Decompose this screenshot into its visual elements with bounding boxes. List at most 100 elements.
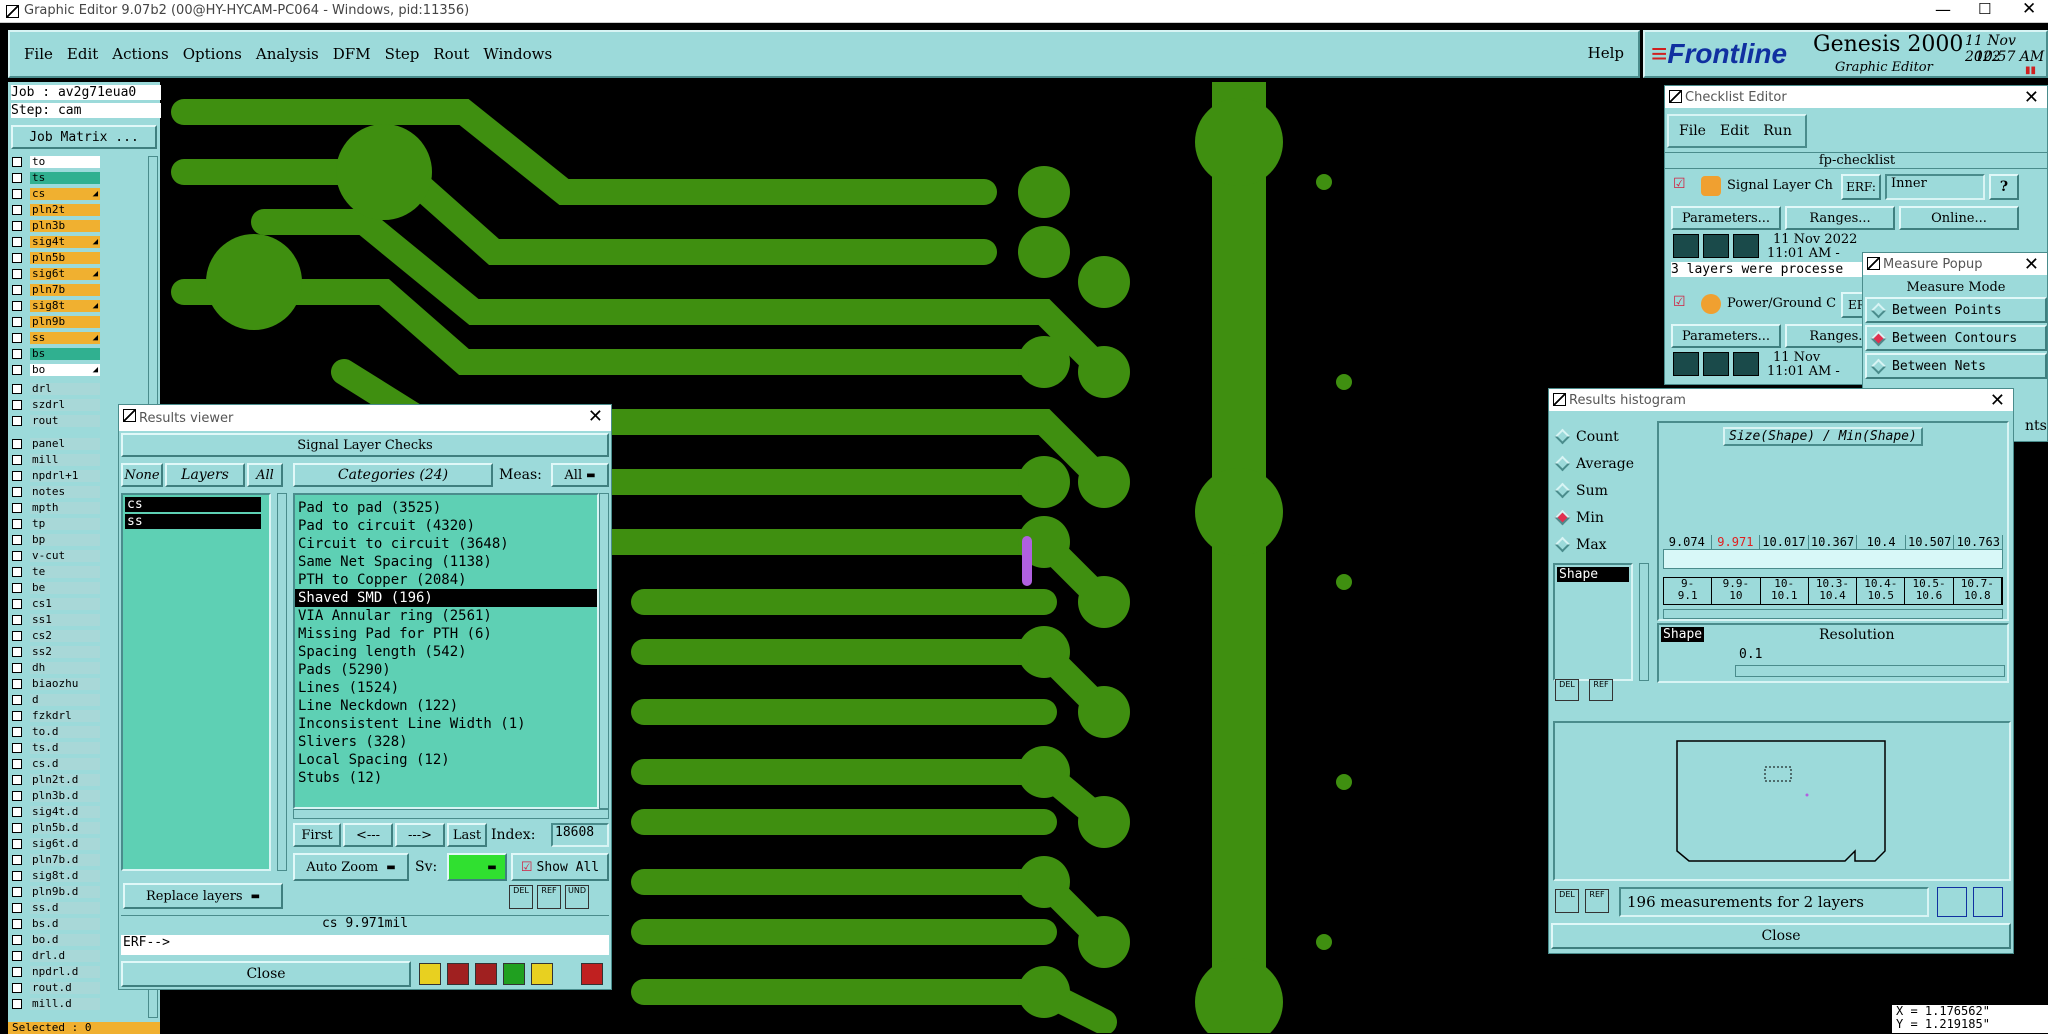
layer-row[interactable]: pln2t: [12, 204, 100, 216]
layer-checkbox[interactable]: [12, 471, 22, 481]
prev-button[interactable]: <---: [343, 823, 393, 847]
layer-checkbox[interactable]: [12, 807, 22, 817]
del-icon[interactable]: DEL: [509, 885, 533, 909]
layer-checkbox[interactable]: [12, 583, 22, 593]
layer-row[interactable]: pln2t.d: [12, 774, 100, 786]
layer-row[interactable]: cs ◢: [12, 188, 100, 200]
hist-ref-icon[interactable]: REF: [1585, 889, 1609, 913]
layer-name[interactable]: pln9b.d: [30, 886, 100, 898]
layer-checkbox[interactable]: [12, 173, 22, 183]
layer-checkbox[interactable]: [12, 935, 22, 945]
category-item[interactable]: Local Spacing (12): [295, 751, 597, 769]
run-icon[interactable]: [1673, 352, 1699, 376]
layer-name[interactable]: be: [30, 582, 100, 594]
layer-name[interactable]: bs.d: [30, 918, 100, 930]
layer-name[interactable]: drl.d: [30, 950, 100, 962]
category-item[interactable]: Same Net Spacing (1138): [295, 553, 597, 571]
layer-name[interactable]: ss1: [30, 614, 100, 626]
category-item[interactable]: Missing Pad for PTH (6): [295, 625, 597, 643]
between-contours-option[interactable]: Between Contours: [1865, 325, 2047, 351]
layer-name[interactable]: mill: [30, 454, 100, 466]
run-icon[interactable]: [1673, 234, 1699, 258]
layer-row[interactable]: ts: [12, 172, 100, 184]
layer-row[interactable]: be: [12, 582, 100, 594]
layer-row[interactable]: mpth: [12, 502, 100, 514]
layer-name[interactable]: szdrl: [30, 399, 100, 411]
layer-row[interactable]: ts.d: [12, 742, 100, 754]
layer-checkbox[interactable]: [12, 887, 22, 897]
erf-input[interactable]: ERF-->: [121, 935, 609, 955]
layer-row[interactable]: to.d: [12, 726, 100, 738]
layer-checkbox[interactable]: [12, 919, 22, 929]
pause-icon[interactable]: ▮▮: [2025, 65, 2036, 76]
layer-row[interactable]: tp: [12, 518, 100, 530]
layer-checkbox[interactable]: [12, 791, 22, 801]
menu-rout[interactable]: Rout: [433, 45, 469, 63]
replace-layers-dropdown[interactable]: Replace layers ▬: [123, 883, 283, 909]
layer-checkbox[interactable]: [12, 567, 22, 577]
run-icon[interactable]: [1733, 352, 1759, 376]
checklist-menu-run[interactable]: Run: [1763, 123, 1792, 139]
layer-row[interactable]: npdrl+1: [12, 470, 100, 482]
layer-name[interactable]: pln5b: [30, 252, 100, 264]
layer-name[interactable]: pln7b: [30, 284, 100, 296]
layer-row[interactable]: sig6t.d: [12, 838, 100, 850]
layer-name[interactable]: cs1: [30, 598, 100, 610]
menu-options[interactable]: Options: [183, 45, 242, 63]
histogram-list-item[interactable]: Shape: [1557, 567, 1629, 582]
layers-none-button[interactable]: None: [121, 463, 163, 487]
histogram-icon[interactable]: [581, 963, 603, 985]
run-icon[interactable]: [1703, 234, 1729, 258]
layer-name[interactable]: sig8t ◢: [30, 300, 100, 312]
category-scrollbar[interactable]: [599, 493, 609, 809]
layer-checkbox[interactable]: [12, 535, 22, 545]
mode-min[interactable]: Min: [1553, 504, 1655, 531]
layer-row[interactable]: rout: [12, 415, 100, 427]
layer-name[interactable]: to: [30, 156, 100, 168]
category-item[interactable]: Inconsistent Line Width (1): [295, 715, 597, 733]
layer-row[interactable]: drl: [12, 383, 100, 395]
hist-del-icon[interactable]: DEL: [1555, 889, 1579, 913]
layer-name[interactable]: sig4t ◢: [30, 236, 100, 248]
layer-row[interactable]: mill.d: [12, 998, 100, 1010]
check-icon[interactable]: ☑: [1673, 176, 1686, 192]
layer-row[interactable]: bp: [12, 534, 100, 546]
layer-checkbox[interactable]: [12, 647, 22, 657]
minimize-icon[interactable]: —: [1935, 0, 1951, 19]
layer-name[interactable]: sig8t.d: [30, 870, 100, 882]
index-input[interactable]: 18608: [551, 823, 609, 847]
layer-row[interactable]: drl.d: [12, 950, 100, 962]
layer-row[interactable]: sig8t ◢: [12, 300, 100, 312]
sv-color-dropdown[interactable]: ▬: [447, 853, 507, 881]
erf-value[interactable]: Inner: [1885, 174, 1985, 200]
layer-name[interactable]: rout.d: [30, 982, 100, 994]
results-close-icon[interactable]: ✕: [588, 406, 603, 427]
layer-name[interactable]: panel: [30, 438, 100, 450]
layer-row[interactable]: pln7b: [12, 284, 100, 296]
hist-ref-icon[interactable]: REF: [1589, 679, 1613, 701]
category-item[interactable]: Line Neckdown (122): [295, 697, 597, 715]
layer-checkbox[interactable]: [12, 285, 22, 295]
layer-row[interactable]: panel: [12, 438, 100, 450]
meas-dropdown[interactable]: All ▬: [551, 463, 609, 487]
layer-name[interactable]: pln7b.d: [30, 854, 100, 866]
layer-name[interactable]: pln9b: [30, 316, 100, 328]
layer-row[interactable]: pln3b: [12, 220, 100, 232]
layer-row[interactable]: pln3b.d: [12, 790, 100, 802]
menu-step[interactable]: Step: [385, 45, 420, 63]
histogram-close-button[interactable]: Close: [1551, 923, 2011, 949]
layer-row[interactable]: sig4t.d: [12, 806, 100, 818]
checklist-menu-file[interactable]: File: [1679, 123, 1706, 139]
last-button[interactable]: Last: [447, 823, 487, 847]
layer-checkbox[interactable]: [12, 384, 22, 394]
histogram-list[interactable]: Shape: [1553, 563, 1633, 681]
menu-windows[interactable]: Windows: [483, 45, 552, 63]
layer-checkbox[interactable]: [12, 157, 22, 167]
layer-row[interactable]: to: [12, 156, 100, 168]
run-icon[interactable]: [1733, 234, 1759, 258]
category-item[interactable]: Lines (1524): [295, 679, 597, 697]
mode-count[interactable]: Count: [1553, 423, 1655, 450]
layer-name[interactable]: tp: [30, 518, 100, 530]
undo-icon[interactable]: UND: [565, 885, 589, 909]
layer-row[interactable]: ss2: [12, 646, 100, 658]
